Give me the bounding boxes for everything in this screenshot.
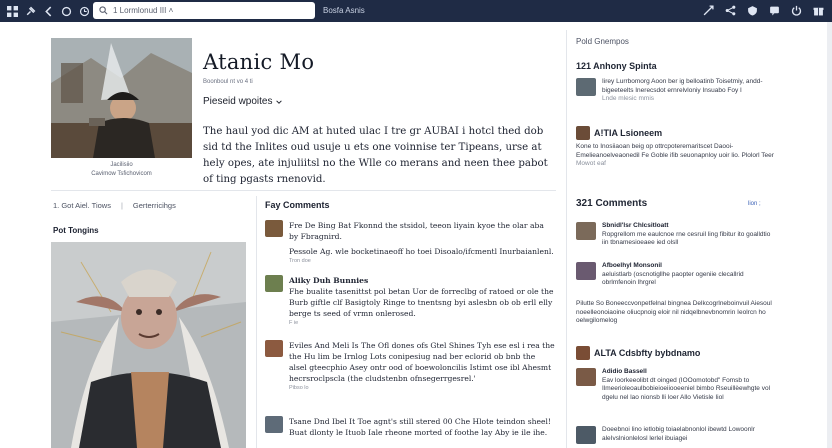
page-title: Atanic Mo <box>203 50 315 74</box>
search-bar[interactable]: 1 Lormlonud III ˄ <box>93 2 315 19</box>
avatar[interactable] <box>265 340 283 357</box>
featured-image[interactable] <box>51 242 246 448</box>
sidebar-item[interactable]: Afboelhyl Monsonil aeluistlarb (oscnotig… <box>576 262 776 288</box>
sidebar-item[interactable]: Iirey Lurrbomorg Aoon ber ig belloatinb … <box>576 78 776 104</box>
hero-caption: Jacilisiio Cavimow Tsfichovicom <box>51 161 192 179</box>
section-icon <box>576 126 590 140</box>
thumbnail <box>576 368 596 386</box>
comment-item: Fre De Bing Bat Fkonnd the stsidol, teeo… <box>265 220 555 265</box>
pin-icon[interactable] <box>25 6 36 17</box>
thumbnail <box>576 78 596 96</box>
sidebar-section-2-title[interactable]: A!TIA Lsioneem <box>594 128 662 138</box>
breadcrumb-item-2[interactable]: Gerterricihgs <box>133 201 176 210</box>
sidebar-item-author[interactable]: Adidio Bassell <box>602 368 647 375</box>
scrollbar[interactable] <box>827 22 832 448</box>
sidebar-item-meta: Lnde mlesic mmis <box>602 95 655 102</box>
breadcrumb: 1. Got Aiel. Tiows | Gerterricihgs <box>53 201 176 210</box>
sidebar-section-title: 121 Anhony Spinta <box>576 61 776 71</box>
left-section-label: Pot Tongins <box>53 226 99 235</box>
avatar[interactable] <box>265 275 283 292</box>
see-all-link[interactable]: lion ; <box>748 201 761 207</box>
toolbar-right <box>702 4 824 16</box>
sidebar-item[interactable]: Doeebnoi lino ietlobig toiaelabnonlol ib… <box>576 426 776 444</box>
gift-icon[interactable] <box>812 4 824 16</box>
toolbar-left <box>0 5 90 17</box>
updates-dropdown[interactable]: Pieseid wpoites <box>203 96 283 107</box>
top-bar: 1 Lormlonud III ˄ Bosfa Asnis <box>0 0 832 22</box>
sidebar-item-author[interactable]: Afboelhyl Monsonil <box>602 262 662 269</box>
comment-text: Fre De Bing Bat Fkonnd the stsidol, teeo… <box>289 221 544 241</box>
share-icon[interactable] <box>724 4 736 16</box>
comment-text: Eviles And Meli Is The Ofl dones ofs Gte… <box>289 341 555 383</box>
avatar[interactable] <box>265 220 283 237</box>
hero-image[interactable] <box>51 38 192 158</box>
comment-item: Eviles And Meli Is The Ofl dones ofs Gte… <box>265 340 555 392</box>
sidebar-item[interactable]: Sbnidl'lsr Chlcsitloatt Ropgrellom me ea… <box>576 222 776 248</box>
search-input[interactable]: 1 Lormlonud III ˄ <box>113 6 173 15</box>
comment-text: Fhe bualite tasenittst pol betan Uor de … <box>289 287 554 318</box>
sidebar-item-text: Iirey Lurrbomorg Aoon ber ig belloatinb … <box>602 78 763 94</box>
sidebar-header: Pold Gnempos <box>576 37 629 46</box>
sidebar-item-text: Eav loorkeeolibt dt oinged (IOOomotobd" … <box>602 376 771 401</box>
comment-text: Tsane Dnd Ibel It Toe agnt's still stere… <box>289 417 551 437</box>
comment-time: F ie <box>289 320 299 326</box>
sidebar-item-text: Ropgrellom me eaulcnoe rne cesruil ling … <box>602 230 771 247</box>
column-divider <box>256 196 257 448</box>
avatar[interactable] <box>265 416 283 433</box>
brand-label[interactable]: Bosfa Asnis <box>323 6 365 15</box>
sidebar-item[interactable]: Kone to Inosiiaoan beig op ottrcpoterema… <box>576 143 776 169</box>
hero-divider <box>51 190 556 191</box>
hero-body-text: The haul yod dic AM at huted ulac I tre … <box>203 126 548 185</box>
comment-item: Tsane Dnd Ibel It Toe agnt's still stere… <box>265 416 555 438</box>
comment-time: Tron doe <box>289 258 311 264</box>
sidebar-section-1-title[interactable]: 121 Anhony Spinta <box>576 61 657 71</box>
power-icon[interactable] <box>790 4 802 16</box>
sidebar-item-author[interactable]: Sbnidl'lsr Chlcsitloatt <box>602 222 669 229</box>
hero-caption-line2: Cavimow Tsfichovicom <box>91 171 152 177</box>
updates-dropdown-label: Pieseid wpoites <box>203 96 273 107</box>
search-icon <box>99 6 108 15</box>
comment-text-extra: Pessole Ag. wle bocketinaeoff ho toei Di… <box>289 247 554 256</box>
spark-icon[interactable] <box>702 4 714 16</box>
chevron-down-icon <box>276 99 283 104</box>
hero-caption-line1: Jacilisiio <box>110 162 133 168</box>
message-icon[interactable] <box>768 4 780 16</box>
sidebar-section-4-title[interactable]: ALTA Cdsbfty bybdnamo <box>594 348 700 358</box>
back-icon[interactable] <box>43 6 54 17</box>
sidebar-section-title: A!TIA Lsioneem <box>576 126 776 140</box>
sidebar-divider <box>566 30 567 448</box>
breadcrumb-separator: | <box>120 201 123 210</box>
clock-icon[interactable] <box>79 6 90 17</box>
sidebar-item-text: Kone to Inosiiaoan beig op ottrcpoterema… <box>576 143 774 159</box>
sidebar-item-text: aeluistlarb (oscnotigllhe paopter ogenii… <box>602 270 744 287</box>
comment-author[interactable]: Aliky Duh Bunnies <box>289 275 555 286</box>
comments-heading: Fay Comments <box>265 200 330 210</box>
sidebar-section-3-title[interactable]: 321 Comments <box>576 198 647 209</box>
comment-item: Aliky Duh Bunnies Fhe bualite tasenittst… <box>265 275 555 327</box>
refresh-icon[interactable] <box>61 6 72 17</box>
page-subtitle: Boonboul nt vo 4 ti <box>203 79 253 85</box>
sidebar-section-title: 321 Comments <box>576 198 776 209</box>
sidebar-item[interactable]: Adidio Bassell Eav loorkeeolibt dt oinge… <box>576 368 776 402</box>
section-icon <box>576 346 590 360</box>
shield-icon[interactable] <box>746 4 758 16</box>
sidebar-section-title: ALTA Cdsbfty bybdnamo <box>576 346 776 360</box>
sidebar-item-text: Doeebnoi lino ietlobig toiaelabnonlol ib… <box>602 426 755 442</box>
breadcrumb-item-1[interactable]: 1. Got Aiel. Tiows <box>53 201 111 210</box>
thumbnail <box>576 426 596 444</box>
sidebar-item-meta: Mowot eaf <box>576 160 606 167</box>
sidebar-item-text: Pilutte So Boneeccvonpetfelnal bingnea D… <box>576 300 772 324</box>
thumbnail <box>576 222 596 240</box>
thumbnail <box>576 262 596 280</box>
sidebar-item[interactable]: Pilutte So Boneeccvonpetfelnal bingnea D… <box>576 300 776 326</box>
comment-time: Pibso lo <box>289 385 309 391</box>
grid-icon[interactable] <box>7 5 18 17</box>
